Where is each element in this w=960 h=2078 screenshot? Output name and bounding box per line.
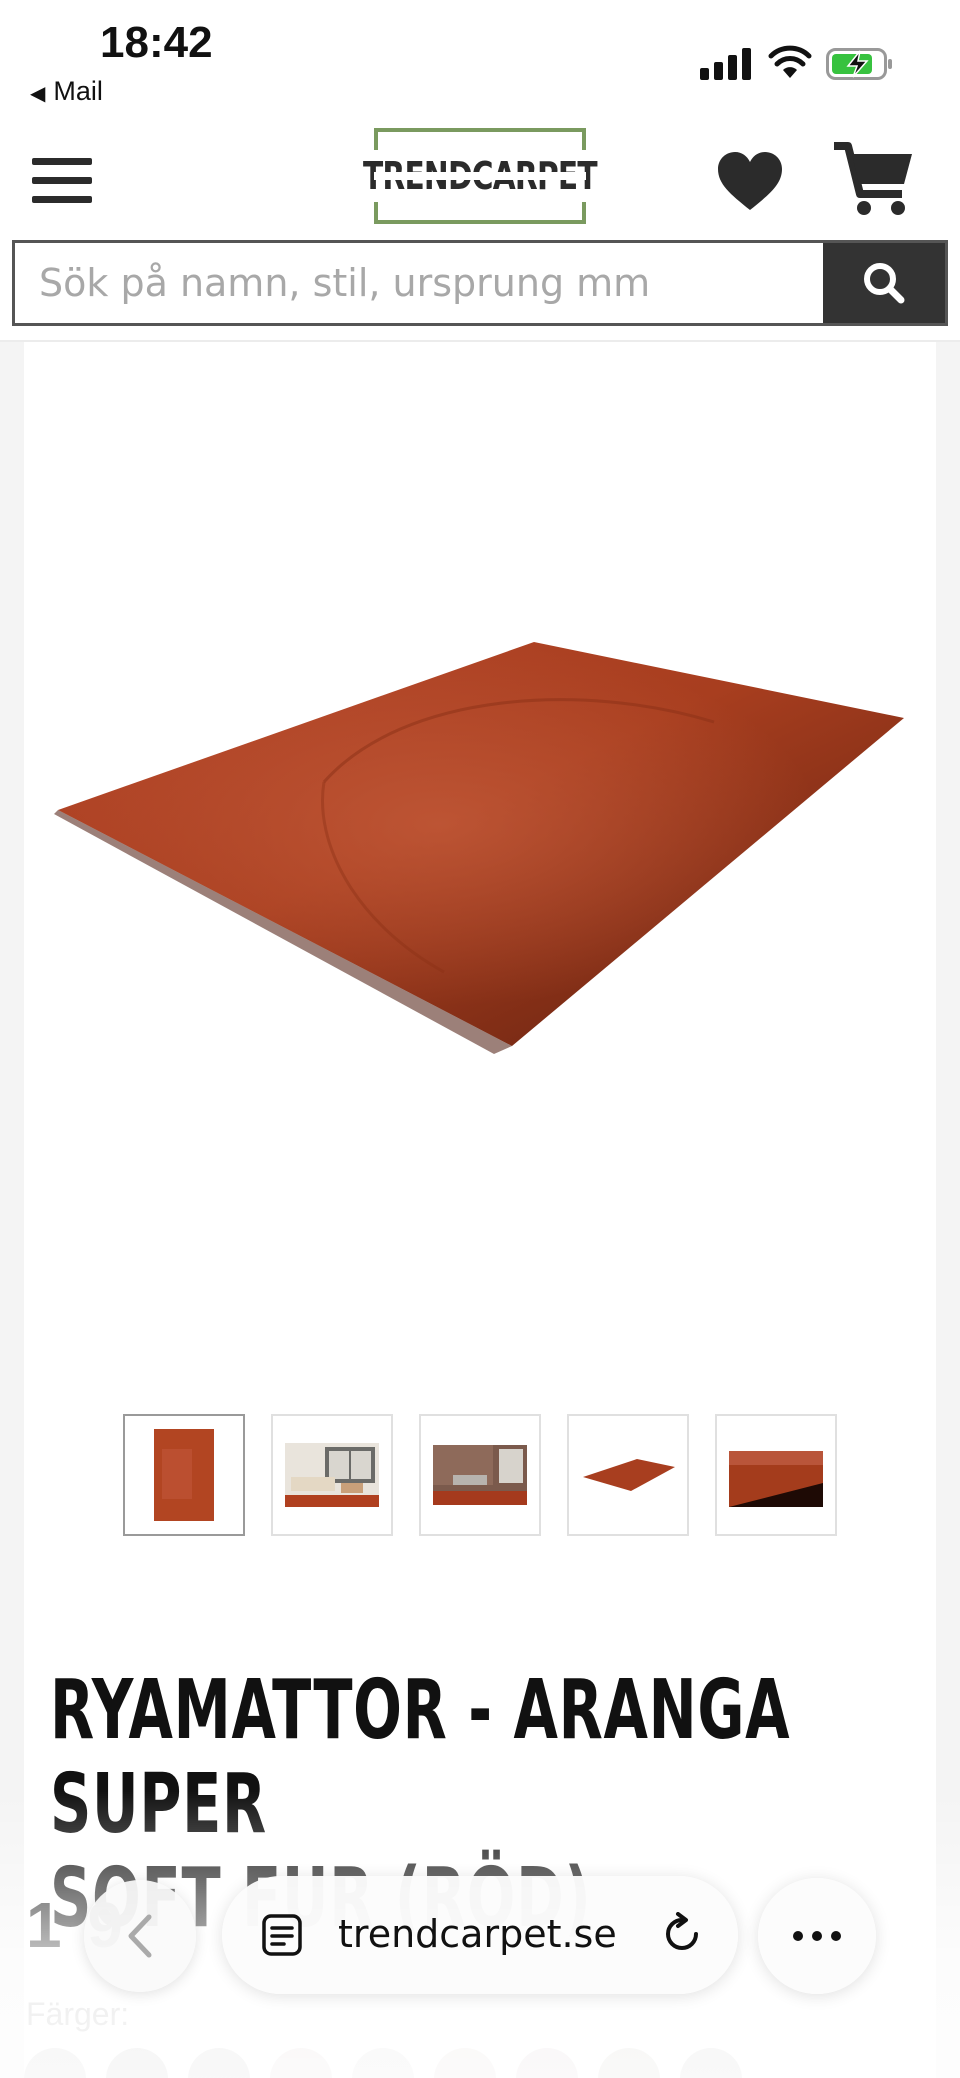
color-swatches [24, 2048, 742, 2078]
back-app-label: Mail [53, 76, 103, 106]
color-swatch[interactable] [270, 2048, 332, 2078]
color-swatch[interactable] [106, 2048, 168, 2078]
heart-icon[interactable] [716, 150, 784, 214]
wifi-icon [768, 45, 812, 78]
color-swatch[interactable] [24, 2048, 86, 2078]
back-to-app[interactable]: ◀ Mail [30, 76, 103, 107]
color-swatch[interactable] [516, 2048, 578, 2078]
color-swatch[interactable] [598, 2048, 660, 2078]
url-text: trendcarpet.se [338, 1912, 617, 1956]
thumbnail-rug-closeup[interactable] [715, 1414, 837, 1536]
product-title-line-1: RYAMATTOR - ARANGA SUPER [50, 1663, 791, 1852]
search-button[interactable] [823, 243, 945, 323]
search-icon [864, 263, 905, 304]
thumbnail-strip [123, 1414, 839, 1538]
back-triangle-icon: ◀ [30, 83, 46, 105]
left-gutter [0, 342, 24, 2078]
browser-back-button[interactable] [84, 1880, 196, 1992]
search-bar [12, 240, 948, 326]
colors-label: Färger: [26, 1996, 130, 2032]
thumbnail-living-room[interactable] [271, 1414, 393, 1536]
reload-icon[interactable] [660, 1912, 704, 1956]
reader-icon[interactable] [262, 1914, 302, 1956]
color-swatch[interactable] [680, 2048, 742, 2078]
status-time: 18:42 [100, 18, 213, 67]
product-main-image[interactable] [24, 362, 936, 1382]
color-swatch[interactable] [434, 2048, 496, 2078]
product-card: RYAMATTOR - ARANGA SUPER SOFT FUR (RÖD) [24, 342, 936, 2078]
battery-charging-icon [826, 48, 892, 80]
right-gutter [936, 342, 960, 2078]
status-bar: 18:42 ◀ Mail [0, 0, 960, 120]
address-bar[interactable]: trendcarpet.se [222, 1876, 738, 1994]
logo-text: TRENDCARPET [361, 150, 599, 202]
color-swatch[interactable] [188, 2048, 250, 2078]
product-page: 18:42 ◀ Mail TRENDCARPET Sök på namn, st… [0, 0, 960, 2078]
more-icon[interactable] [758, 1878, 876, 1994]
search-input[interactable] [15, 243, 827, 323]
cart-icon[interactable] [832, 138, 914, 220]
site-logo[interactable]: TRENDCARPET [361, 128, 599, 224]
thumbnail-rug-top[interactable] [123, 1414, 245, 1536]
cellular-signal-icon [700, 46, 752, 80]
site-header: TRENDCARPET [0, 120, 960, 238]
hamburger-menu-icon[interactable] [32, 158, 92, 204]
color-swatch[interactable] [352, 2048, 414, 2078]
back-arrow-icon [128, 1914, 152, 1958]
thumbnail-interior[interactable] [419, 1414, 541, 1536]
thumbnail-rug-angled[interactable] [567, 1414, 689, 1536]
